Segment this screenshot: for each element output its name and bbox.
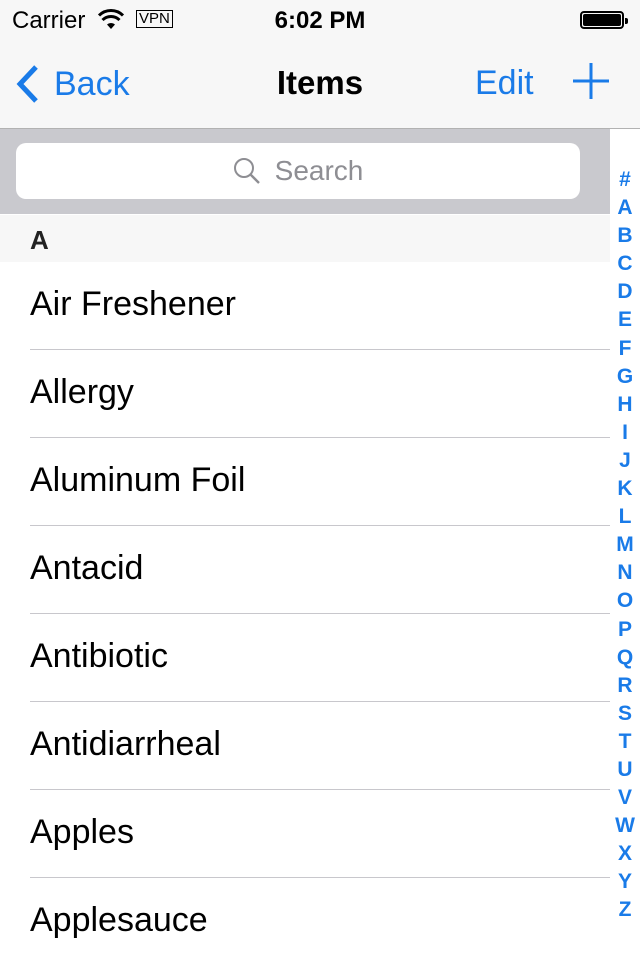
item-label: Apples <box>30 813 134 851</box>
section-header-label: A <box>30 225 49 255</box>
back-button[interactable]: Back <box>14 62 130 106</box>
index-p[interactable]: P <box>610 616 640 644</box>
clock: 6:02 PM <box>274 7 366 34</box>
index-t[interactable]: T <box>610 728 640 756</box>
list-item[interactable]: Antibiotic <box>0 614 610 702</box>
index-o[interactable]: O <box>610 587 640 615</box>
list-item[interactable]: Antidiarrheal <box>0 702 610 790</box>
item-label: Allergy <box>30 373 134 411</box>
items-list: Air Freshener Allergy Aluminum Foil Anta… <box>0 262 610 966</box>
index-k[interactable]: K <box>610 475 640 503</box>
index-l[interactable]: L <box>610 503 640 531</box>
index-i[interactable]: I <box>610 419 640 447</box>
index-hash[interactable]: # <box>610 166 640 194</box>
index-g[interactable]: G <box>610 363 640 391</box>
search-icon <box>233 158 260 184</box>
index-h[interactable]: H <box>610 391 640 419</box>
item-label: Air Freshener <box>30 285 236 323</box>
list-item[interactable]: Air Freshener <box>0 262 610 350</box>
index-f[interactable]: F <box>610 335 640 363</box>
index-u[interactable]: U <box>610 756 640 784</box>
edit-button[interactable]: Edit <box>475 64 534 103</box>
search-bar: Search <box>0 129 610 214</box>
index-e[interactable]: E <box>610 306 640 334</box>
index-m[interactable]: M <box>610 531 640 559</box>
navigation-bar: Back Items Edit <box>0 40 640 129</box>
index-n[interactable]: N <box>610 559 640 587</box>
list-item[interactable]: Aluminum Foil <box>0 438 610 526</box>
index-y[interactable]: Y <box>610 868 640 896</box>
section-header: A <box>0 215 610 262</box>
item-label: Antacid <box>30 549 144 587</box>
status-bar: Carrier VPN 6:02 PM <box>0 0 640 40</box>
back-label: Back <box>54 64 130 103</box>
index-j[interactable]: J <box>610 447 640 475</box>
index-d[interactable]: D <box>610 278 640 306</box>
list-item[interactable]: Allergy <box>0 350 610 438</box>
item-label: Antidiarrheal <box>30 725 221 763</box>
index-b[interactable]: B <box>610 222 640 250</box>
index-w[interactable]: W <box>610 812 640 840</box>
list-item[interactable]: Antacid <box>0 526 610 614</box>
battery-full-icon <box>580 11 628 29</box>
search-placeholder: Search <box>274 155 364 186</box>
list-item[interactable]: Applesauce <box>0 878 610 966</box>
index-v[interactable]: V <box>610 784 640 812</box>
index-a[interactable]: A <box>610 194 640 222</box>
index-s[interactable]: S <box>610 700 640 728</box>
add-button[interactable] <box>572 62 610 100</box>
item-label: Aluminum Foil <box>30 461 246 499</box>
section-index[interactable]: # A B C D E F G H I J K L M N O P Q R S … <box>610 166 640 925</box>
item-label: Applesauce <box>30 901 208 939</box>
list-item[interactable]: Apples <box>0 790 610 878</box>
search-input[interactable]: Search <box>16 143 580 199</box>
index-c[interactable]: C <box>610 250 640 278</box>
index-z[interactable]: Z <box>610 896 640 924</box>
item-label: Antibiotic <box>30 637 168 675</box>
index-r[interactable]: R <box>610 672 640 700</box>
index-x[interactable]: X <box>610 840 640 868</box>
chevron-left-icon <box>16 65 38 103</box>
index-q[interactable]: Q <box>610 644 640 672</box>
